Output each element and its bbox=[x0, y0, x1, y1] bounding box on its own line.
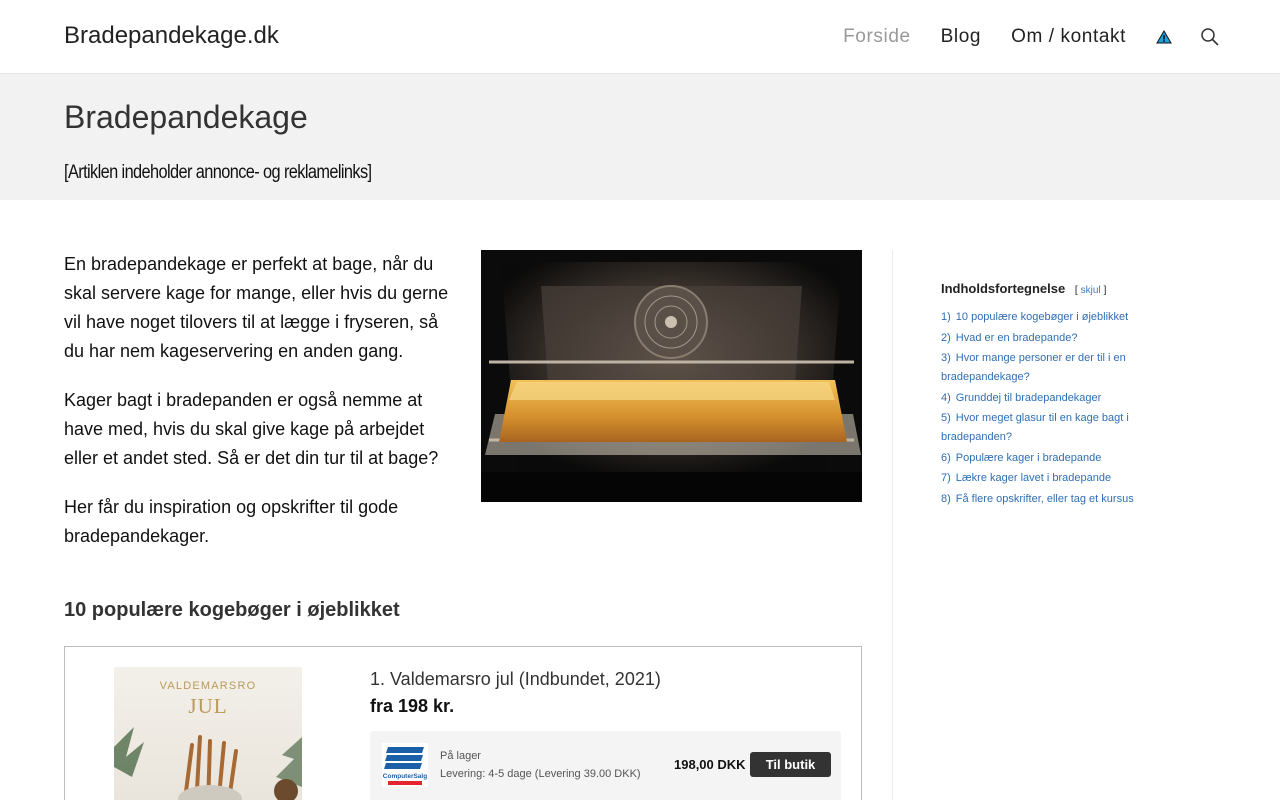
nav-item-forside[interactable]: Forside bbox=[843, 26, 911, 48]
toc-toggle-bracket-close: ] bbox=[1103, 285, 1107, 296]
intro-paragraph: Her får du inspiration og opskrifter til… bbox=[64, 497, 399, 546]
toc-title: Indholdsfortegnelse bbox=[941, 281, 1066, 296]
til-butik-button[interactable]: Til butik bbox=[750, 752, 831, 777]
toc-link[interactable]: Populære kager i bradepande bbox=[956, 452, 1102, 464]
stock-status: På lager bbox=[440, 750, 481, 762]
site-header: Bradepandekage.dk Forside Blog Om / kont… bbox=[0, 0, 1280, 74]
product-card: VALDEMARSRO JUL 1. Valdemarsro jul (Indb… bbox=[64, 646, 862, 800]
logo-text: ComputerSalg bbox=[383, 773, 427, 780]
toc-item-number: 7) bbox=[941, 472, 951, 484]
toc-link[interactable]: Få flere opskrifter, eller tag et kursus bbox=[956, 493, 1134, 505]
section-heading: 10 populære kogebøger i øjeblikket bbox=[64, 599, 400, 621]
intro-paragraph: Kager bagt i bradepanden er også nemme a… bbox=[64, 390, 439, 468]
table-of-contents: Indholdsfortegnelse [skjul] 1) 10 populær… bbox=[941, 281, 1181, 510]
toc-hide-link[interactable]: skjul bbox=[1081, 285, 1101, 296]
toc-item-number: 3) bbox=[941, 352, 951, 364]
intro-paragraph: En bradepandekage er perfekt at bage, nå… bbox=[64, 254, 449, 361]
oven-cake-image bbox=[481, 250, 862, 502]
ad-disclaimer: [Artiklen indeholder annonce- og reklame… bbox=[64, 162, 372, 183]
page-title: Bradepandekage bbox=[64, 99, 308, 135]
toc-item-number: 4) bbox=[941, 391, 951, 404]
toc-link[interactable]: Lækre kager lavet i bradepande bbox=[956, 472, 1111, 484]
offer-box: ComputerSalg På lager Levering: 4-5 dage… bbox=[370, 731, 841, 800]
toc-item: 4) Grunddej til bradepandekager bbox=[941, 389, 1181, 408]
search-icon[interactable] bbox=[1200, 27, 1220, 47]
sidebar-divider bbox=[892, 250, 893, 800]
site-title-link[interactable]: Bradepandekage.dk bbox=[64, 22, 279, 50]
intro-text: En bradepandekage er perfekt at bage, nå… bbox=[64, 250, 454, 571]
toc-header: Indholdsfortegnelse [skjul] bbox=[941, 281, 1181, 296]
product-title[interactable]: 1. Valdemarsro jul (Indbundet, 2021) bbox=[370, 669, 661, 690]
toc-list: 1) 10 populære kogebøger i øjeblikket 2) H… bbox=[941, 308, 1181, 509]
toc-link[interactable]: Hvad er en bradepande? bbox=[956, 332, 1078, 344]
toc-item-number: 2) bbox=[941, 331, 951, 344]
main-nav: Forside Blog Om / kontakt bbox=[813, 0, 1220, 74]
book-cover-image[interactable]: VALDEMARSRO JUL bbox=[114, 667, 302, 800]
toc-item-number: 6) bbox=[941, 451, 951, 464]
toc-link[interactable]: 10 populære kogebøger i øjeblikket bbox=[956, 311, 1128, 323]
nav-item-om-kontakt[interactable]: Om / kontakt bbox=[1011, 26, 1126, 48]
toc-item: 1) 10 populære kogebøger i øjeblikket bbox=[941, 308, 1181, 327]
nav-item-blog[interactable]: Blog bbox=[941, 26, 981, 48]
toc-item: 8) Få flere opskrifter, eller tag et kurs… bbox=[941, 490, 1181, 509]
offer-price: 198,00 DKK bbox=[674, 757, 746, 772]
toc-link[interactable]: Grunddej til bradepandekager bbox=[956, 392, 1102, 404]
toc-link[interactable]: Hvor mange personer er der til i en brad… bbox=[941, 352, 1126, 383]
toc-item: 3) Hvor mange personer er der til i en br… bbox=[941, 349, 1181, 387]
toc-link[interactable]: Hvor meget glasur til en kage bagt i bra… bbox=[941, 412, 1129, 443]
toc-toggle: [skjul] bbox=[1075, 285, 1107, 296]
toc-item: 6) Populære kager i bradepande bbox=[941, 449, 1181, 468]
toc-item-number: 5) bbox=[941, 412, 951, 424]
toc-toggle-bracket-open: [ bbox=[1074, 285, 1078, 296]
computersalg-logo[interactable]: ComputerSalg bbox=[382, 743, 428, 787]
toc-item-number: 1) bbox=[941, 311, 951, 323]
page-title-band: Bradepandekage [Artiklen indeholder anno… bbox=[0, 74, 1280, 200]
toc-item: 5) Hvor meget glasur til en kage bagt i b… bbox=[941, 409, 1181, 447]
toc-item-number: 8) bbox=[941, 492, 951, 505]
toc-item: 7) Lækre kager lavet i bradepande bbox=[941, 469, 1181, 488]
warning-flag-icon[interactable] bbox=[1156, 29, 1172, 45]
delivery-info: Levering: 4-5 dage (Levering 39.00 DKK) bbox=[440, 768, 641, 780]
product-price: fra 198 kr. bbox=[370, 696, 455, 716]
toc-item: 2) Hvad er en bradepande? bbox=[941, 329, 1181, 348]
